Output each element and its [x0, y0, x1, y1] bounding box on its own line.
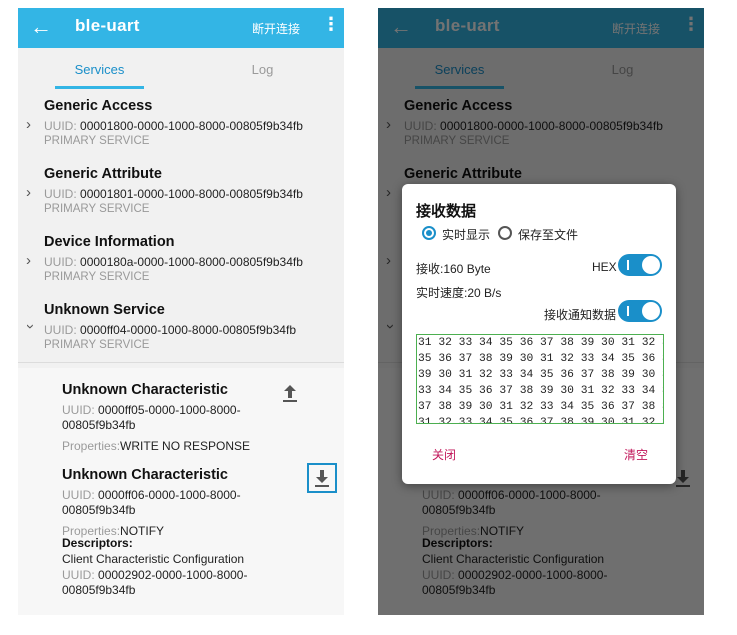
tab-log[interactable]: Log: [181, 62, 344, 77]
back-icon[interactable]: ←: [30, 14, 52, 40]
service-item-unknown-service[interactable]: › Unknown Service UUID: 0000ff04-0000-10…: [18, 294, 344, 363]
service-uuid: UUID: 0000ff04-0000-1000-8000-00805f9b34…: [44, 323, 296, 337]
notify-label: 接收通知数据: [544, 308, 617, 322]
service-item-generic-access[interactable]: › Generic Access UUID: 00001800-0000-100…: [18, 90, 344, 159]
service-name: Generic Attribute: [44, 166, 162, 182]
service-item-generic-attribute[interactable]: › Generic Attribute UUID: 00001801-0000-…: [18, 158, 344, 227]
data-line: 37 38 39 30 31 32 33 34 35 36 37 38 39 3…: [418, 401, 663, 413]
data-line: 31 32 33 34 35 36 37 38 39 30 31 32 33 3…: [418, 417, 663, 424]
descriptor-uuid: UUID: 00002902-0000-1000-8000-00805f9b34…: [62, 568, 248, 597]
tab-bar: Services Log: [18, 48, 344, 91]
radio-save-to-file[interactable]: [498, 226, 512, 240]
hex-toggle[interactable]: [618, 254, 662, 276]
descriptors-heading: Descriptors:: [62, 536, 133, 550]
chevron-right-icon: ›: [26, 116, 31, 133]
received-data-area[interactable]: 31 32 33 34 35 36 37 38 39 30 31 32 33 3…: [416, 334, 664, 424]
tab-indicator: [55, 86, 144, 89]
data-line: 31 32 33 34 35 36 37 38 39 30 31 32 33 3…: [418, 337, 663, 349]
service-name: Generic Access: [44, 98, 153, 114]
service-type: PRIMARY SERVICE: [44, 339, 150, 351]
dialog-title: 接收数据: [416, 203, 477, 220]
characteristic-name: Unknown Characteristic: [62, 382, 228, 398]
data-line: 33 34 35 36 37 38 39 30 31 32 33 34 35 3…: [418, 385, 663, 397]
service-type: PRIMARY SERVICE: [44, 203, 150, 215]
service-name: Device Information: [44, 234, 175, 250]
service-item-device-information[interactable]: › Device Information UUID: 0000180a-0000…: [18, 226, 344, 295]
characteristic-name: Unknown Characteristic: [62, 467, 228, 483]
download-icon[interactable]: [307, 463, 337, 493]
chevron-right-icon: ›: [26, 184, 31, 201]
data-line: 39 30 31 32 33 34 35 36 37 38 39 30 31 3…: [418, 369, 663, 381]
chevron-right-icon: ›: [26, 252, 31, 269]
radio-realtime-label[interactable]: 实时显示: [442, 226, 490, 243]
receive-dialog-screen: ← ble-uart 断开连接 ⋮ Services Log › Generic…: [378, 8, 704, 615]
data-line: 35 36 37 38 39 30 31 32 33 34 35 36 37 3…: [418, 353, 663, 365]
hex-label: HEX: [592, 260, 617, 274]
service-name: Unknown Service: [44, 302, 165, 318]
receive-data-dialog: 接收数据 实时显示 保存至文件 接收:160 Byte HEX 实时速度:20 …: [402, 184, 676, 484]
characteristic-uuid: UUID: 0000ff05-0000-1000-8000-00805f9b34…: [62, 403, 241, 432]
characteristics-list: Unknown Characteristic UUID: 0000ff05-00…: [18, 368, 344, 615]
services-screen: ← ble-uart 断开连接 ⋮ Services Log › Generic…: [18, 8, 344, 615]
notify-toggle[interactable]: [618, 300, 662, 322]
chevron-down-icon: ›: [22, 324, 39, 329]
close-button[interactable]: 关闭: [432, 446, 456, 463]
more-vert-icon[interactable]: ⋮: [322, 14, 340, 35]
service-uuid: UUID: 00001801-0000-1000-8000-00805f9b34…: [44, 187, 303, 201]
descriptor-name: Client Characteristic Configuration: [62, 552, 245, 566]
service-type: PRIMARY SERVICE: [44, 271, 150, 283]
radio-realtime[interactable]: [422, 226, 436, 240]
service-type: PRIMARY SERVICE: [44, 135, 150, 147]
characteristic-uuid: UUID: 0000ff06-0000-1000-8000-00805f9b34…: [62, 488, 241, 517]
tab-services[interactable]: Services: [18, 62, 181, 77]
disconnect-button[interactable]: 断开连接: [252, 20, 300, 37]
service-uuid: UUID: 0000180a-0000-1000-8000-00805f9b34…: [44, 255, 303, 269]
upload-icon[interactable]: [277, 381, 303, 407]
characteristic-properties: Properties:WRITE NO RESPONSE: [62, 439, 251, 453]
clear-button[interactable]: 清空: [624, 446, 648, 463]
received-bytes: 接收:160 Byte: [416, 262, 491, 276]
app-bar: ← ble-uart 断开连接 ⋮: [18, 8, 344, 48]
app-title: ble-uart: [75, 16, 140, 35]
service-uuid: UUID: 00001800-0000-1000-8000-00805f9b34…: [44, 119, 303, 133]
realtime-speed: 实时速度:20 B/s: [416, 286, 502, 300]
radio-save-label[interactable]: 保存至文件: [518, 226, 578, 243]
